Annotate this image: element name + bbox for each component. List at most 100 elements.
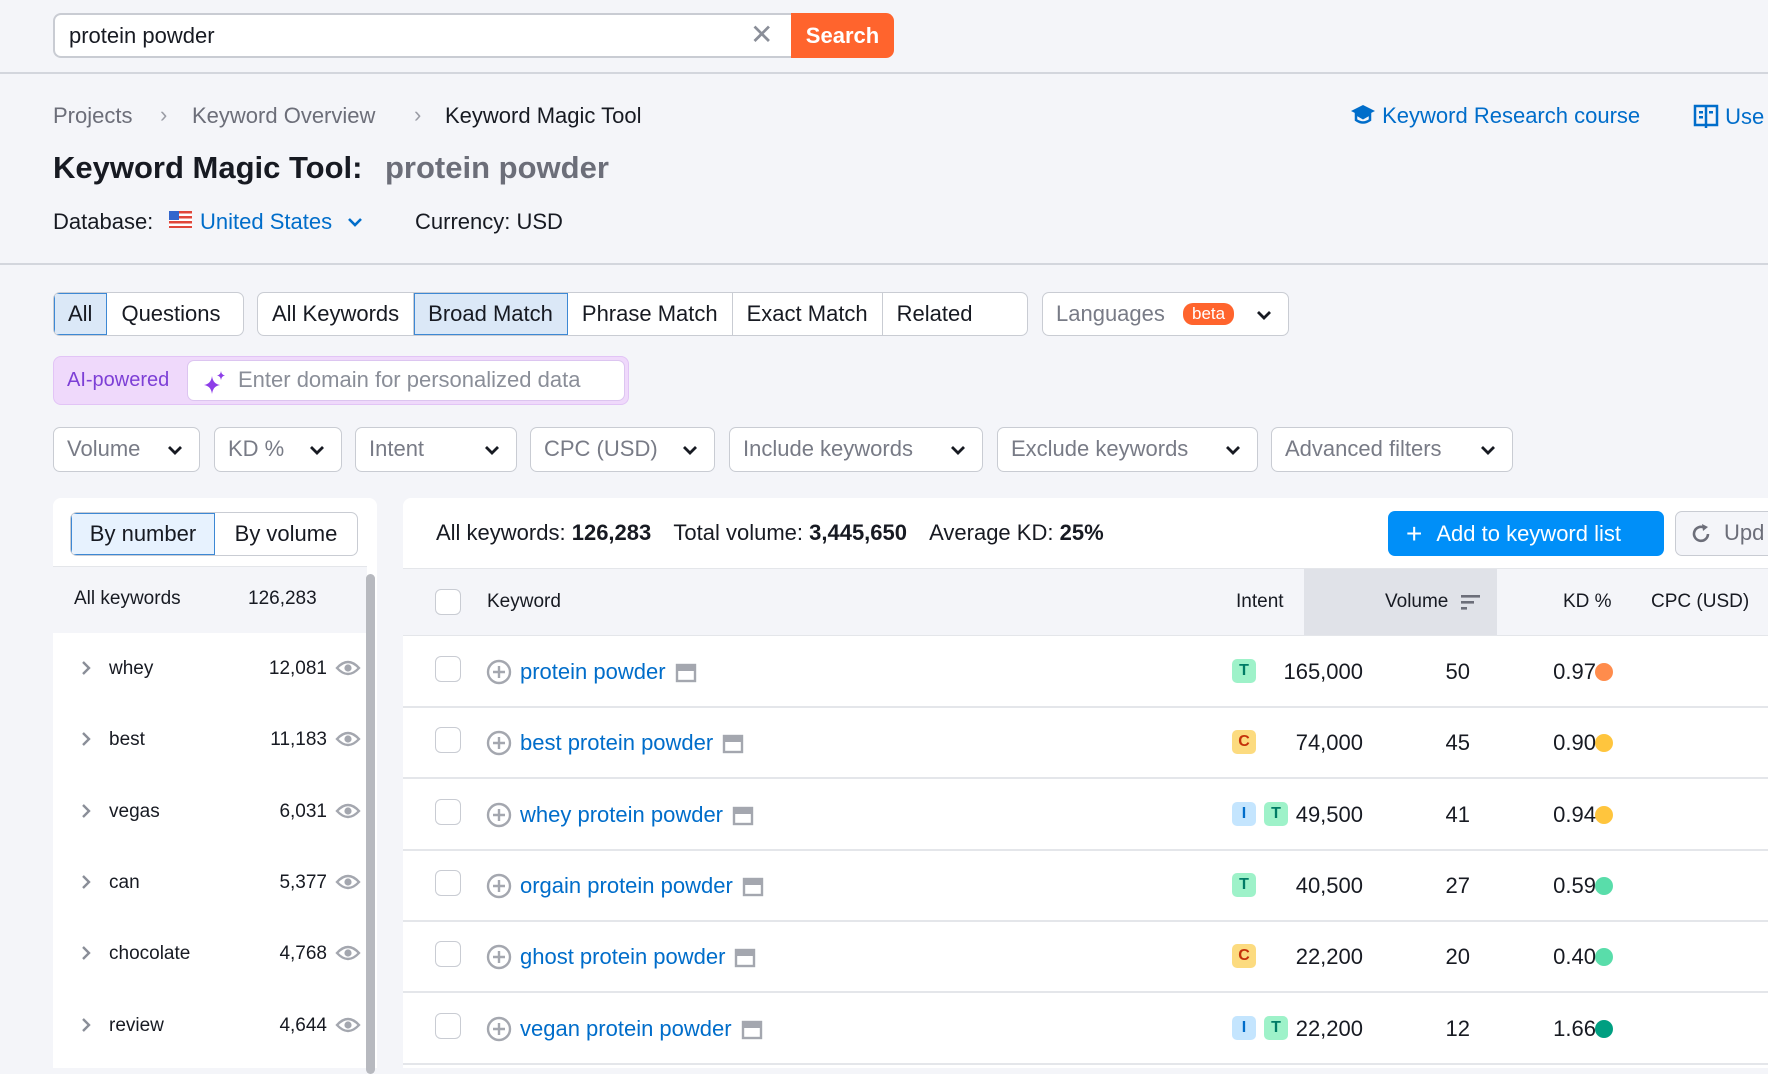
add-to-keyword-list-button[interactable]: + Add to keyword list	[1388, 511, 1664, 556]
filter-cpc[interactable]: CPC (USD)	[530, 427, 715, 472]
user-manual-link[interactable]: Use	[1693, 103, 1764, 130]
keyword-link[interactable]: ghost protein powder	[520, 944, 725, 969]
groups-scrollbar[interactable]	[366, 574, 375, 1074]
chevron-right-icon[interactable]	[80, 1016, 92, 1034]
column-keyword[interactable]: Keyword	[487, 569, 561, 635]
tab-all-keywords[interactable]: All Keywords	[258, 293, 415, 335]
ai-powered-box: AI-powered Enter domain for personalized…	[53, 356, 629, 405]
chevron-down-icon	[1224, 428, 1242, 470]
chevron-right-icon[interactable]	[80, 659, 92, 677]
eye-icon[interactable]	[335, 943, 361, 963]
keyword-group-item[interactable]: vegas 6,031	[53, 776, 367, 847]
keyword-group-item[interactable]: review 4,644	[53, 990, 367, 1061]
languages-dropdown[interactable]: Languages beta	[1042, 292, 1289, 336]
serp-icon[interactable]	[742, 877, 764, 897]
column-cpc[interactable]: CPC (USD)	[1651, 569, 1749, 635]
keyword-link[interactable]: whey protein powder	[520, 802, 723, 827]
keyword-link[interactable]: best protein powder	[520, 730, 713, 755]
cpc-value: 0.94	[1553, 801, 1596, 827]
filter-volume[interactable]: Volume	[53, 427, 200, 472]
top-search-bar: protein powder ✕ Search	[0, 0, 1768, 74]
add-keyword-icon[interactable]	[486, 730, 512, 756]
keyword-link[interactable]: protein powder	[520, 659, 666, 684]
all-keywords-count: 126,283	[248, 588, 317, 609]
row-checkbox[interactable]	[435, 941, 461, 968]
tab-all[interactable]: All	[54, 293, 108, 335]
all-keywords-stat-label: All keywords:	[436, 520, 566, 545]
filter-kd[interactable]: KD %	[214, 427, 342, 472]
update-metrics-button[interactable]: Upd	[1675, 511, 1768, 556]
keyword-group-item[interactable]: best 11,183	[53, 704, 367, 775]
clear-search-icon[interactable]: ✕	[750, 17, 773, 53]
serp-icon[interactable]	[741, 1020, 763, 1040]
all-keywords-row[interactable]: All keywords 126,283	[53, 566, 367, 633]
row-checkbox[interactable]	[435, 869, 461, 896]
breadcrumb-keyword-overview[interactable]: Keyword Overview	[192, 103, 375, 129]
add-keyword-icon[interactable]	[486, 802, 512, 828]
keyword-group-item[interactable]: whey 12,081	[53, 633, 367, 704]
graduation-cap-icon	[1351, 105, 1375, 124]
keyword-group-item[interactable]: chocolate 4,768	[53, 918, 367, 989]
group-name: whey	[109, 658, 154, 679]
keyword-group-item[interactable]: can 5,377	[53, 847, 367, 918]
intent-badge-t: T	[1232, 659, 1256, 683]
tab-questions[interactable]: Questions	[107, 293, 234, 335]
breadcrumb-separator-icon: ›	[160, 102, 168, 127]
kd-value: 20	[1445, 944, 1470, 970]
keyword-link[interactable]: orgain protein powder	[520, 873, 733, 898]
tab-exact-match[interactable]: Exact Match	[733, 293, 883, 335]
filter-exclude-keywords[interactable]: Exclude keywords	[997, 427, 1258, 472]
row-checkbox[interactable]	[435, 727, 461, 754]
column-volume[interactable]: Volume	[1385, 569, 1448, 635]
search-input[interactable]: protein powder	[53, 13, 793, 58]
breadcrumb-projects[interactable]: Projects	[53, 103, 132, 129]
keyword-research-course-link[interactable]: Keyword Research course	[1350, 103, 1640, 129]
chevron-right-icon[interactable]	[80, 802, 92, 820]
add-keyword-icon[interactable]	[486, 1016, 512, 1042]
average-kd-value: 25%	[1059, 520, 1104, 545]
column-kd[interactable]: KD %	[1563, 569, 1612, 635]
serp-icon[interactable]	[675, 663, 697, 683]
column-intent[interactable]: Intent	[1236, 569, 1284, 635]
chevron-right-icon[interactable]	[80, 730, 92, 748]
eye-icon[interactable]	[335, 1015, 361, 1035]
by-number-button[interactable]: By number	[71, 513, 215, 555]
row-checkbox[interactable]	[435, 1012, 461, 1039]
kd-value: 45	[1445, 730, 1470, 756]
serp-icon[interactable]	[734, 948, 756, 968]
database-dropdown[interactable]: United States	[200, 209, 364, 235]
chevron-right-icon[interactable]	[80, 944, 92, 962]
match-tabs: All Keywords Broad Match Phrase Match Ex…	[257, 292, 1028, 336]
add-keyword-icon[interactable]	[486, 944, 512, 970]
select-all-checkbox[interactable]	[435, 589, 461, 615]
by-volume-button[interactable]: By volume	[215, 513, 357, 555]
row-checkbox[interactable]	[435, 656, 461, 682]
eye-icon[interactable]	[335, 729, 361, 749]
eye-icon[interactable]	[335, 658, 361, 678]
add-keyword-icon[interactable]	[486, 873, 512, 899]
row-checkbox[interactable]	[435, 798, 461, 825]
search-button[interactable]: Search	[791, 13, 894, 58]
domain-input-placeholder: Enter domain for personalized data	[238, 367, 581, 392]
group-name: best	[109, 729, 145, 751]
keyword-link[interactable]: vegan protein powder	[520, 1016, 732, 1041]
kd-difficulty-dot	[1595, 876, 1613, 895]
filter-intent[interactable]: Intent	[355, 427, 517, 472]
chevron-down-icon	[681, 428, 699, 470]
tab-phrase-match[interactable]: Phrase Match	[568, 293, 733, 335]
sort-descending-icon[interactable]	[1461, 594, 1481, 611]
database-country: United States	[200, 209, 333, 234]
chevron-right-icon[interactable]	[80, 873, 92, 891]
add-keyword-icon[interactable]	[486, 659, 512, 685]
domain-input[interactable]: Enter domain for personalized data	[187, 360, 625, 401]
filter-include-keywords[interactable]: Include keywords	[729, 427, 983, 472]
serp-icon[interactable]	[722, 734, 744, 754]
eye-icon[interactable]	[335, 801, 361, 821]
eye-icon[interactable]	[335, 872, 361, 892]
tab-broad-match[interactable]: Broad Match	[414, 293, 568, 335]
serp-icon[interactable]	[732, 806, 754, 826]
filter-advanced[interactable]: Advanced filters	[1271, 427, 1513, 472]
tab-related[interactable]: Related	[883, 293, 987, 335]
filter-label: Volume	[67, 436, 141, 461]
group-count: 5,377	[279, 871, 327, 893]
